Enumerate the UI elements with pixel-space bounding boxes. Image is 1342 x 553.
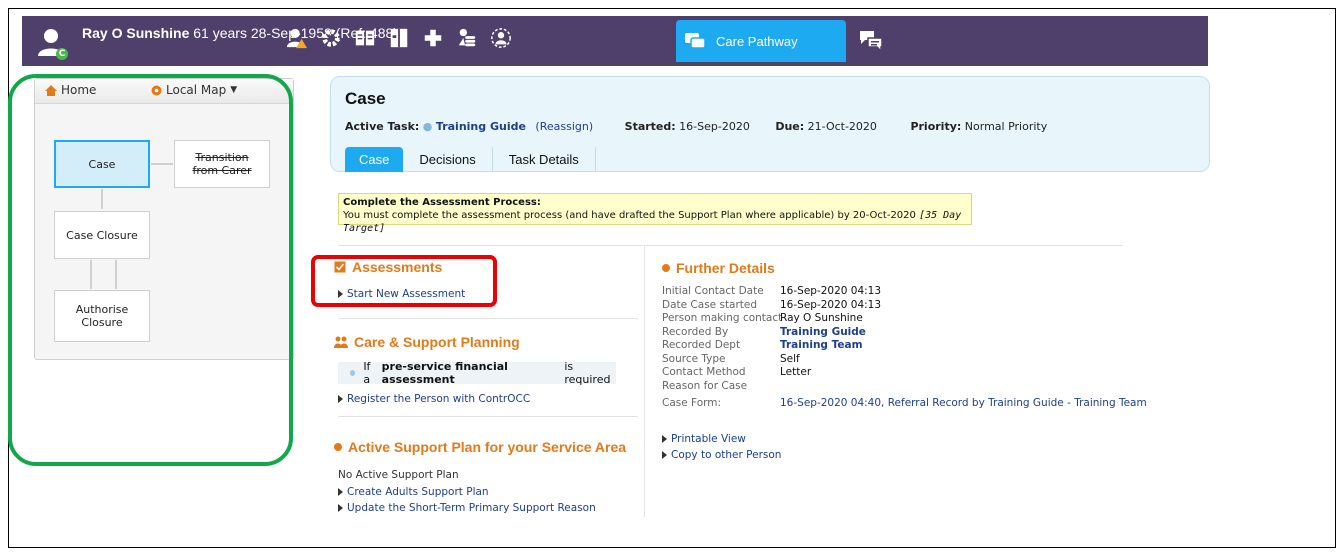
register-contrOCC-label: Register the Person with ContrOCC bbox=[347, 393, 531, 405]
detail-row: Date Case started 16-Sep-2020 04:13 bbox=[662, 299, 1147, 313]
page-title: Case bbox=[345, 89, 386, 108]
section-divider-top bbox=[338, 245, 1123, 246]
task-row: Active Task: ● Training Guide (Reassign)… bbox=[345, 120, 1047, 133]
money-face-icon[interactable] bbox=[488, 25, 514, 51]
due-label: Due: bbox=[775, 120, 805, 133]
column-divider bbox=[644, 245, 645, 517]
started-label: Started: bbox=[624, 120, 676, 133]
detail-label: Contact Method bbox=[662, 366, 746, 378]
detail-row: Recorded By Training Guide bbox=[662, 326, 1147, 340]
active-task-label: Active Task: bbox=[345, 120, 420, 133]
detail-row: Person making contact Ray O Sunshine bbox=[662, 312, 1147, 326]
bullet-icon bbox=[662, 264, 670, 272]
tab-case[interactable]: Case bbox=[345, 147, 404, 172]
book-icon[interactable] bbox=[352, 25, 378, 51]
reassign-link[interactable]: (Reassign) bbox=[535, 120, 593, 133]
annotation-green-outline bbox=[8, 74, 293, 466]
case-header-panel: Case Active Task: ● Training Guide (Reas… bbox=[330, 76, 1210, 172]
register-contrOCC-link[interactable]: Register the Person with ContrOCC bbox=[338, 393, 530, 405]
started-value: 16-Sep-2020 bbox=[679, 120, 750, 133]
toolbar-icons bbox=[284, 25, 514, 51]
further-details-heading: Further Details bbox=[662, 260, 775, 276]
triangle-right-icon bbox=[338, 395, 343, 403]
active-task-link[interactable]: Training Guide bbox=[436, 120, 526, 133]
notice-title: Complete the Assessment Process: bbox=[343, 197, 541, 208]
detail-row: Source Type Self bbox=[662, 353, 1147, 367]
no-active-plan-text: No Active Support Plan bbox=[338, 469, 459, 481]
detail-row: Contact Method Letter bbox=[662, 366, 1147, 380]
chat-icon[interactable] bbox=[858, 28, 884, 54]
care-support-title: Care & Support Planning bbox=[354, 334, 520, 350]
divider-care-support bbox=[338, 416, 638, 417]
detail-label: Initial Contact Date bbox=[662, 285, 764, 297]
tab-task-details[interactable]: Task Details bbox=[493, 147, 596, 172]
create-support-plan-link[interactable]: Create Adults Support Plan bbox=[338, 486, 489, 498]
active-plan-heading: Active Support Plan for your Service Are… bbox=[334, 439, 626, 455]
detail-row: Case Form: 16-Sep-2020 04:40, Referral Re… bbox=[662, 397, 1147, 411]
detail-label: Recorded By bbox=[662, 325, 729, 338]
update-support-reason-label: Update the Short-Term Primary Support Re… bbox=[347, 502, 596, 514]
further-details-title: Further Details bbox=[676, 260, 775, 276]
notice-body: You must complete the assessment process… bbox=[343, 210, 920, 221]
bullet-icon bbox=[334, 443, 342, 451]
top-bar: C Ray O Sunshine 61 years 28-Sep-1958 (R… bbox=[22, 16, 1208, 66]
tab-care-pathway[interactable]: Care Pathway bbox=[676, 20, 846, 62]
folder-icon[interactable] bbox=[386, 25, 412, 51]
recorded-by-link[interactable]: Training Guide bbox=[780, 326, 866, 340]
gear-icon[interactable] bbox=[318, 25, 344, 51]
detail-label: Source Type bbox=[662, 352, 726, 365]
info-post: is required bbox=[564, 360, 611, 386]
copy-to-other-person-label: Copy to other Person bbox=[671, 449, 782, 461]
case-form-link[interactable]: 16-Sep-2020 04:40, Referral Record by Tr… bbox=[780, 397, 1147, 411]
info-pre: If a bbox=[363, 360, 371, 386]
detail-label: Case Form: bbox=[662, 397, 722, 409]
financial-assessment-info: If a pre-service financial assessment is… bbox=[338, 360, 616, 386]
create-support-plan-label: Create Adults Support Plan bbox=[347, 486, 489, 498]
triangle-right-icon bbox=[338, 488, 343, 496]
assessment-notice: Complete the Assessment Process: You mus… bbox=[338, 193, 972, 234]
frame-bottom-border bbox=[8, 547, 1336, 548]
printable-view-link[interactable]: Printable View bbox=[662, 433, 746, 445]
printable-view-label: Printable View bbox=[671, 433, 746, 445]
detail-value: 16-Sep-2020 04:13 bbox=[780, 298, 882, 311]
status-badge: C bbox=[56, 48, 68, 60]
recorded-dept-link[interactable]: Training Team bbox=[780, 339, 863, 353]
detail-row: Initial Contact Date 16-Sep-2020 04:13 bbox=[662, 285, 1147, 299]
priority-value: Normal Priority bbox=[964, 120, 1048, 133]
divider-assessments bbox=[338, 318, 638, 319]
detail-value: Self bbox=[780, 352, 800, 365]
info-dot-icon bbox=[350, 370, 356, 376]
copy-to-other-person-link[interactable]: Copy to other Person bbox=[662, 449, 781, 461]
tab-decisions[interactable]: Decisions bbox=[403, 147, 493, 172]
people-icon bbox=[334, 336, 348, 348]
detail-label: Date Case started bbox=[662, 298, 758, 311]
person-warning-icon[interactable] bbox=[284, 25, 310, 51]
triangle-right-icon bbox=[662, 435, 667, 443]
care-support-heading: Care & Support Planning bbox=[334, 334, 520, 350]
detail-row: Recorded Dept Training Team bbox=[662, 339, 1147, 353]
care-pathway-label: Care Pathway bbox=[716, 33, 798, 49]
detail-value: Ray O Sunshine bbox=[780, 312, 863, 324]
further-details-table: Initial Contact Date 16-Sep-2020 04:13 Da… bbox=[662, 285, 1147, 411]
info-bold: pre-service financial assessment bbox=[381, 360, 508, 386]
detail-label: Reason for Case bbox=[662, 379, 748, 392]
detail-value: Letter bbox=[780, 366, 812, 378]
plus-icon[interactable] bbox=[420, 25, 446, 51]
case-tabs: Case Decisions Task Details bbox=[345, 147, 596, 172]
triangle-right-icon bbox=[338, 504, 343, 512]
care-pathway-icon bbox=[685, 33, 706, 49]
user-icon: ● bbox=[422, 120, 433, 133]
person-name[interactable]: Ray O Sunshine bbox=[82, 25, 189, 41]
detail-value: 16-Sep-2020 04:13 bbox=[780, 285, 882, 297]
active-plan-title: Active Support Plan for your Service Are… bbox=[348, 439, 627, 455]
detail-label: Recorded Dept bbox=[662, 339, 741, 351]
detail-row: Reason for Case bbox=[662, 380, 1147, 394]
triangle-right-icon bbox=[662, 451, 667, 459]
detail-label: Person making contact bbox=[662, 312, 783, 324]
update-support-reason-link[interactable]: Update the Short-Term Primary Support Re… bbox=[338, 502, 596, 514]
coins-icon[interactable] bbox=[454, 25, 480, 51]
priority-label: Priority: bbox=[910, 120, 962, 133]
annotation-red-outline bbox=[311, 255, 497, 307]
due-value: 21-Oct-2020 bbox=[807, 120, 877, 133]
